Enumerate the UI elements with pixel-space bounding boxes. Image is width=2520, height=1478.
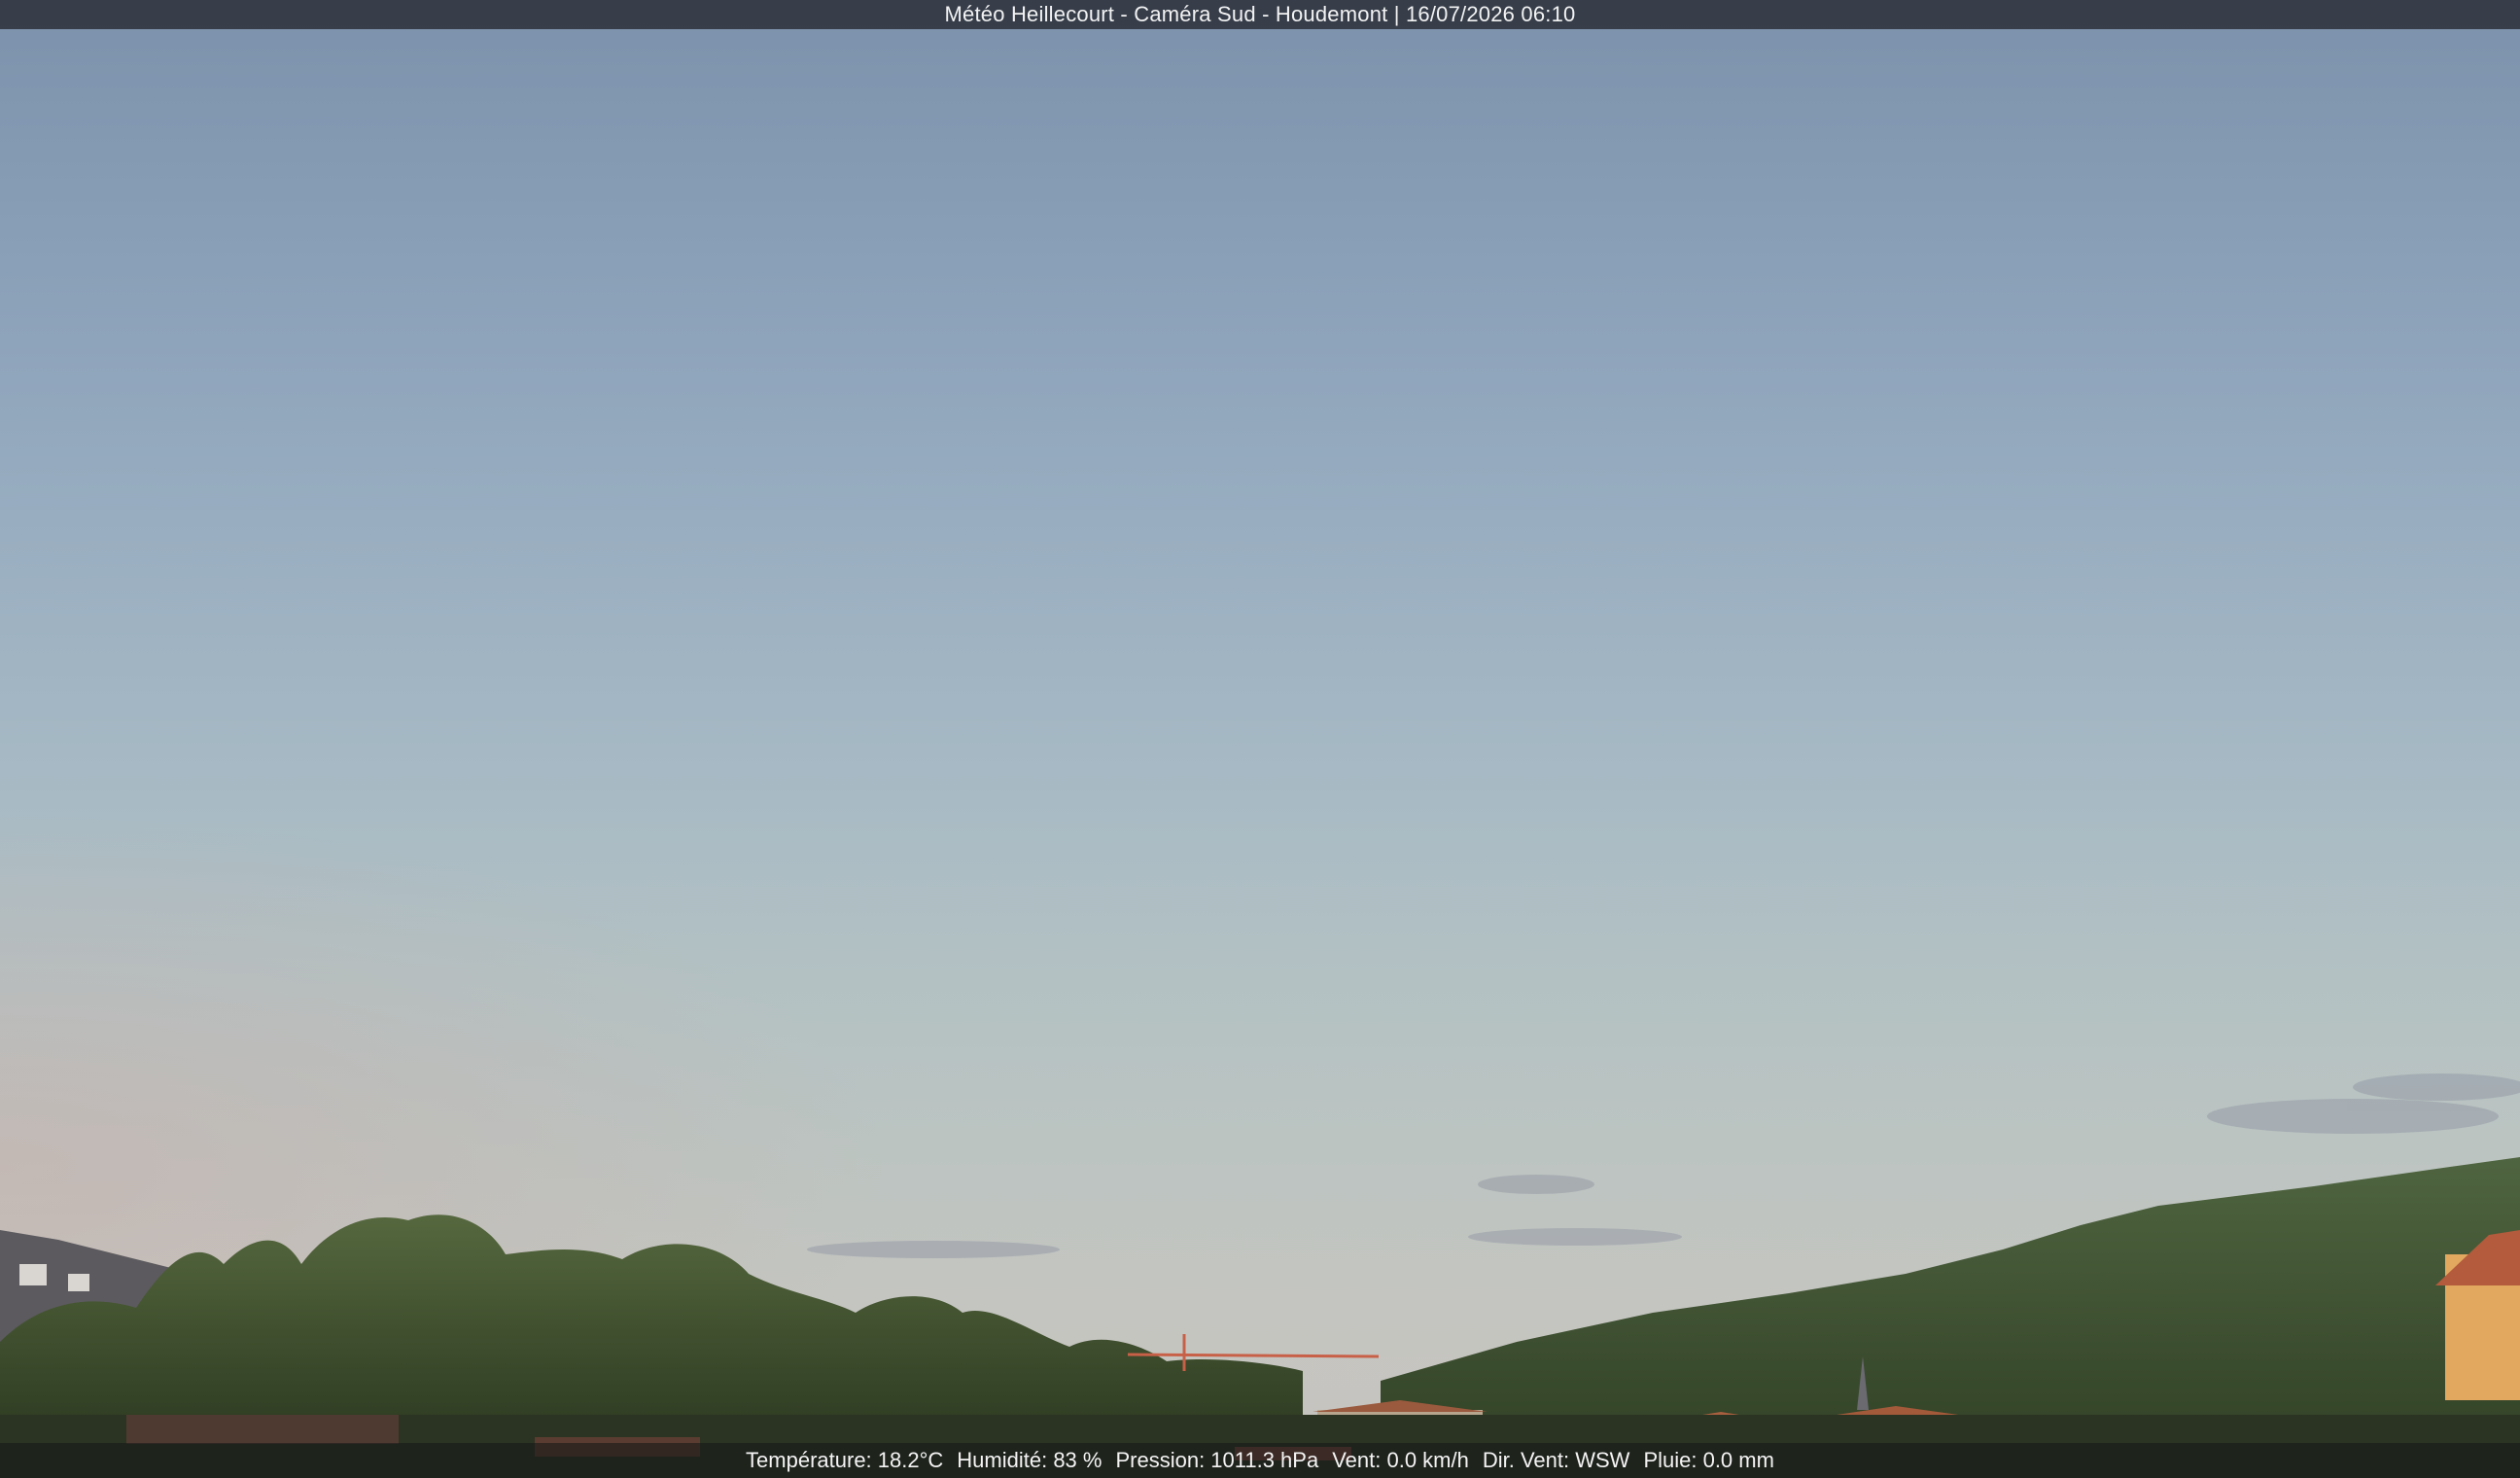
humidity-reading: Humidité: 83 % [957, 1448, 1102, 1472]
camera-title-bar: Météo Heillecourt - Caméra Sud - Houdemo… [0, 0, 2520, 29]
camera-title: Météo Heillecourt - Caméra Sud - Houdemo… [944, 2, 1576, 26]
cloud [807, 1241, 1060, 1258]
pressure-reading: Pression: 1011.3 hPa [1115, 1448, 1319, 1472]
webcam-frame: Météo Heillecourt - Caméra Sud - Houdemo… [0, 0, 2520, 1478]
rain-reading: Pluie: 0.0 mm [1643, 1448, 1774, 1472]
wind-direction-reading: Dir. Vent: WSW [1482, 1448, 1630, 1472]
landscape [0, 1073, 2520, 1478]
wind-speed-reading: Vent: 0.0 km/h [1332, 1448, 1469, 1472]
cloud [2353, 1073, 2520, 1101]
temperature-reading: Température: 18.2°C [746, 1448, 944, 1472]
cloud [2207, 1099, 2499, 1134]
cloud [1478, 1175, 1594, 1194]
weather-readings-bar: Température: 18.2°C Humidité: 83 % Press… [0, 1443, 2520, 1478]
cloud [1468, 1228, 1682, 1246]
